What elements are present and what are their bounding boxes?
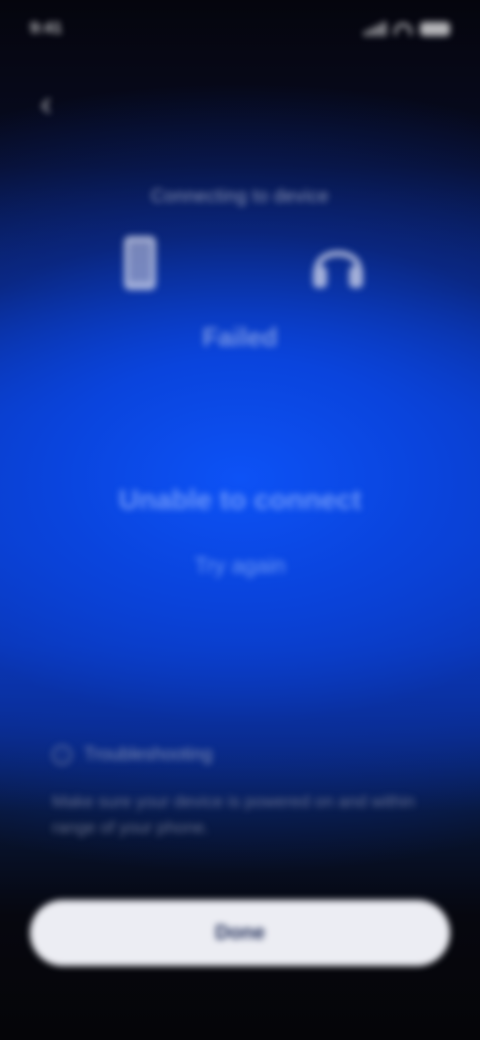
info-text: Make sure your device is powered on and … [52,792,415,837]
signal-icon [364,22,386,36]
wifi-icon [394,23,412,35]
done-button[interactable]: Done [30,900,450,966]
connection-status: Failed [202,322,278,352]
chevron-left-icon: ‹ [40,85,52,123]
retry-button[interactable]: Try again [176,546,304,586]
status-time: 9:41 [30,20,63,37]
info-icon: i [52,744,72,765]
info-title: Troubleshooting [84,744,213,764]
status-icons [364,22,450,36]
headphones-icon [313,250,363,288]
info-section: i Troubleshooting Make sure your device … [52,744,428,841]
headphones-device [308,232,368,294]
back-button[interactable]: ‹ [26,84,66,124]
battery-icon [420,22,450,36]
phone-icon [124,236,156,290]
phone-device [110,232,170,294]
error-message-title: Unable to connect [118,484,362,515]
status-bar: 9:41 [30,14,450,44]
screen: 9:41 ‹ Connecting to device Failed Unabl… [0,0,480,1040]
info-header: i Troubleshooting [52,744,428,765]
page-title: Connecting to device [150,186,330,206]
